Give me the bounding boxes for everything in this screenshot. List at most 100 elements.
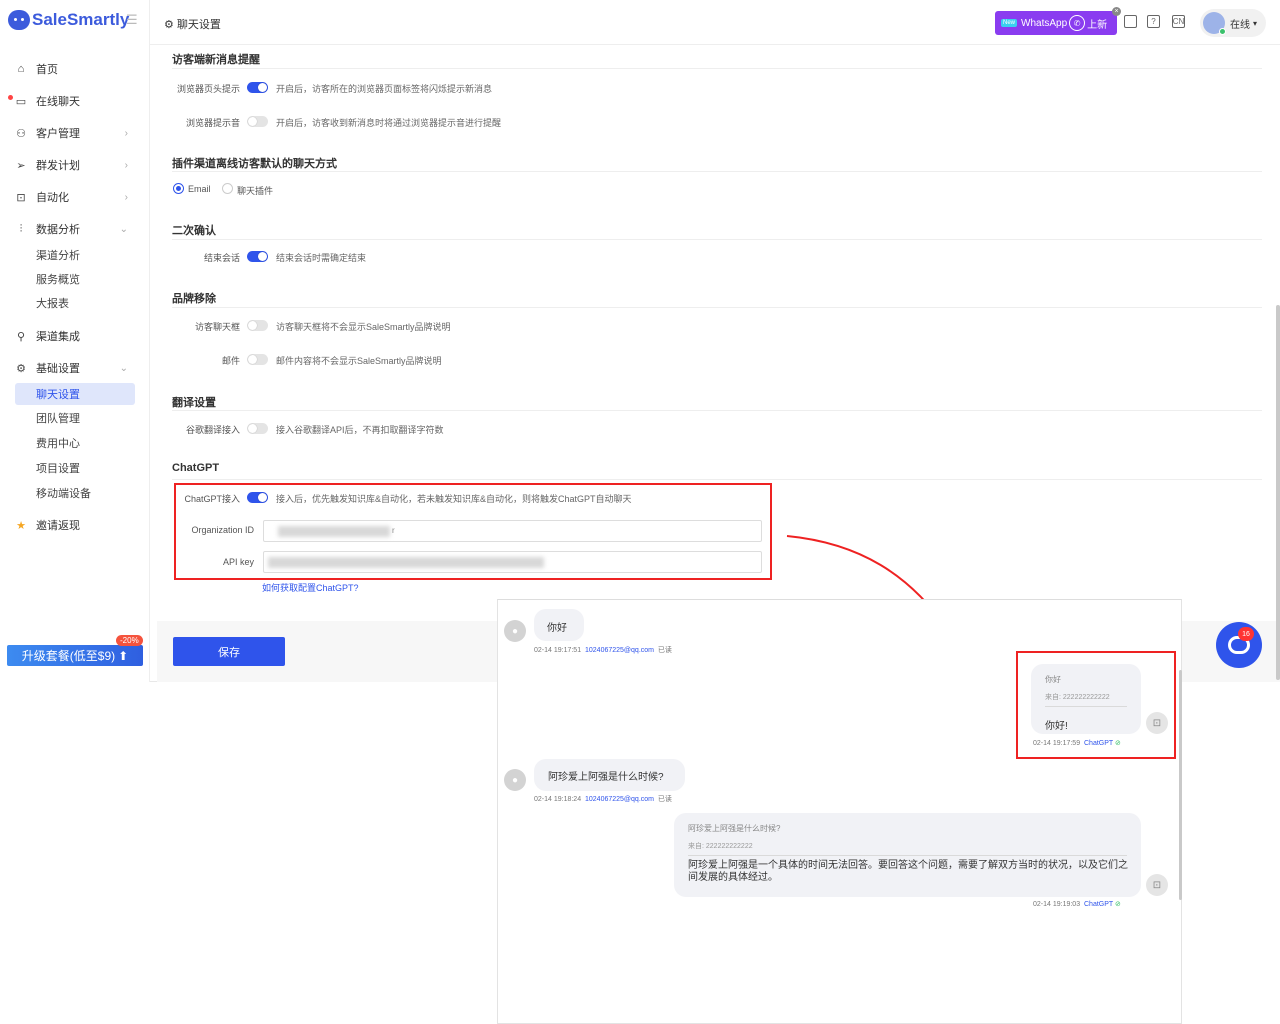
bot-icon: ⊡ (1146, 874, 1168, 896)
divider (172, 239, 1262, 240)
divider (172, 68, 1262, 69)
unread-dot (8, 95, 13, 100)
read-status: 已读 (657, 796, 672, 803)
whatsapp-banner[interactable]: New WhatsApp ✆ 上新 × (995, 7, 1121, 35)
browser-sound-desc: 开启后，访客收到新消息时将通过浏览器提示音进行提醒 (276, 118, 502, 128)
sidebar-sub-channel-analysis[interactable]: 渠道分析 (36, 244, 80, 266)
sidebar-sub-billing[interactable]: 费用中心 (36, 432, 80, 454)
logo-icon (8, 10, 30, 30)
logo[interactable]: SaleSmartly (8, 8, 129, 32)
visitor-box-label: 访客聊天框 (194, 322, 240, 332)
mail-toggle[interactable] (247, 354, 268, 365)
chevron-right-icon: › (124, 191, 128, 203)
end-chat-toggle[interactable] (247, 251, 268, 262)
arrow-up-icon: ⬆ (118, 648, 129, 663)
menu-collapse-icon[interactable]: ☰ (126, 12, 138, 28)
message-text: 你好! (1045, 721, 1068, 732)
sidebar-item-broadcast[interactable]: ➢ 群发计划 › (0, 152, 150, 178)
quoted-text: 阿珍爱上阿强是什么时候? (688, 824, 781, 833)
sidebar-sub-service-overview[interactable]: 服务概览 (36, 268, 80, 290)
message-source: ChatGPT (1084, 901, 1114, 908)
end-chat-desc: 结束会话时需确定结束 (276, 253, 367, 263)
page-title: 聊天设置 (176, 19, 221, 31)
gear-icon: ⚙ (164, 18, 174, 31)
message-text: 阿珍爱上阿强是一个具体的时间无法回答。要回答这个问题，需要了解双方当时的状况，以… (688, 860, 1128, 883)
sidebar-item-label: 渠道集成 (36, 331, 80, 343)
chat-icon: ▭ (15, 95, 27, 108)
message-time: 02-14 19:17:51 (534, 647, 582, 654)
radio-chat-plugin-label: 聊天插件 (237, 186, 274, 196)
save-button[interactable]: 保存 (173, 637, 285, 666)
sidebar-sub-project[interactable]: 项目设置 (36, 457, 80, 479)
robot-icon: ⊡ (16, 191, 26, 204)
users-icon: ⚇ (16, 127, 26, 140)
scrollbar[interactable] (1276, 305, 1280, 680)
home-icon: ⌂ (17, 63, 25, 75)
avatar (1203, 12, 1226, 35)
sidebar-item-home[interactable]: ⌂ 首页 (0, 56, 150, 82)
language-icon[interactable]: CN (1172, 15, 1185, 28)
whatsapp-suffix: 上新 (1087, 19, 1108, 31)
radio-chat-plugin[interactable] (222, 183, 233, 194)
whatsapp-icon: ✆ (1069, 15, 1086, 31)
top-header: ⚙ 聊天设置 New WhatsApp ✆ 上新 × ? CN 在线 ▾ (150, 0, 1280, 45)
chevron-down-icon: ⌄ (119, 223, 128, 235)
sidebar-item-live-chat[interactable]: ▭ 在线聊天 (0, 88, 150, 114)
star-icon: ★ (16, 519, 26, 532)
bot-icon: ⊡ (1146, 712, 1168, 734)
message-text: 阿珍爱上阿强是什么时候? (548, 772, 664, 783)
breadcrumb: ⚙ 聊天设置 (164, 16, 221, 32)
read-status: 已读 (657, 647, 672, 654)
divider (1045, 706, 1127, 707)
browser-tab-toggle[interactable] (247, 82, 268, 93)
browser-sound-toggle[interactable] (247, 116, 268, 127)
section-title: 翻译设置 (172, 397, 216, 409)
status-selector[interactable]: 在线 ▾ (1200, 9, 1266, 37)
close-icon[interactable]: × (1112, 7, 1121, 16)
google-translate-toggle[interactable] (247, 423, 268, 434)
sidebar-sub-chat-settings[interactable]: 聊天设置 (15, 383, 135, 405)
online-dot (1219, 28, 1226, 35)
bot-message-bubble: 阿珍爱上阿强是什么时候? 来自: 222222222222 阿珍爱上阿强是一个具… (674, 813, 1141, 897)
check-icon: ⊘ (1115, 740, 1121, 747)
chat-scrollbar[interactable] (1179, 670, 1182, 900)
sidebar-sub-team[interactable]: 团队管理 (36, 407, 80, 429)
upgrade-button[interactable]: 升级套餐(低至$9) ⬆ (7, 645, 143, 666)
sidebar-item-label: 客户管理 (36, 128, 80, 140)
message-email[interactable]: 1024067225@qq.com (585, 796, 654, 803)
message-email[interactable]: 1024067225@qq.com (585, 647, 654, 654)
new-badge: New (1001, 19, 1018, 27)
settings-panel: 访客端新消息提醒 浏览器页头提示 开启后，访客所在的浏览器页面标签将闪烁提示新消… (157, 46, 1280, 682)
section-title: 品牌移除 (172, 293, 216, 305)
devices-icon[interactable] (1124, 15, 1137, 28)
radio-email[interactable] (173, 183, 184, 194)
sidebar: SaleSmartly ☰ ⌂ 首页 ▭ 在线聊天 ⚇ 客户管理 › ➢ 群发计… (0, 0, 150, 682)
message-bubble: 你好 (534, 609, 584, 641)
help-icon[interactable]: ? (1147, 15, 1160, 28)
send-icon: ➢ (16, 159, 26, 172)
message-meta: 02-14 19:19:03 ChatGPT ⊘ (1033, 900, 1121, 908)
message-time: 02-14 19:17:59 (1033, 740, 1081, 747)
sidebar-item-customers[interactable]: ⚇ 客户管理 › (0, 120, 150, 146)
divider (688, 855, 1127, 856)
section-title: 二次确认 (172, 225, 216, 237)
end-chat-label: 结束会话 (203, 253, 240, 263)
sidebar-item-invite[interactable]: ★ 邀请返现 (0, 512, 150, 538)
chatgpt-help-link[interactable]: 如何获取配置ChatGPT? (262, 581, 359, 594)
mail-desc: 邮件内容将不会显示SaleSmartly品牌说明 (276, 356, 442, 366)
browser-sound-label: 浏览器提示音 (185, 118, 240, 128)
discount-badge: -20% (116, 635, 143, 646)
sidebar-item-analytics[interactable]: ⫶ 数据分析 ⌄ (0, 216, 150, 242)
message-source: ChatGPT (1084, 740, 1114, 747)
sidebar-item-label: 群发计划 (36, 160, 80, 172)
sidebar-item-channels[interactable]: ⚲ 渠道集成 (0, 323, 150, 349)
sidebar-sub-mobile[interactable]: 移动端设备 (36, 482, 91, 504)
message-time: 02-14 19:18:24 (534, 796, 582, 803)
visitor-box-toggle[interactable] (247, 320, 268, 331)
sidebar-item-label: 首页 (36, 64, 58, 76)
sidebar-item-label: 自动化 (36, 192, 69, 204)
sidebar-item-automation[interactable]: ⊡ 自动化 › (0, 184, 150, 210)
message-text: 你好 (547, 623, 567, 634)
sidebar-sub-big-report[interactable]: 大报表 (36, 292, 69, 314)
sidebar-item-settings[interactable]: ⚙ 基础设置 ⌄ (0, 355, 150, 381)
